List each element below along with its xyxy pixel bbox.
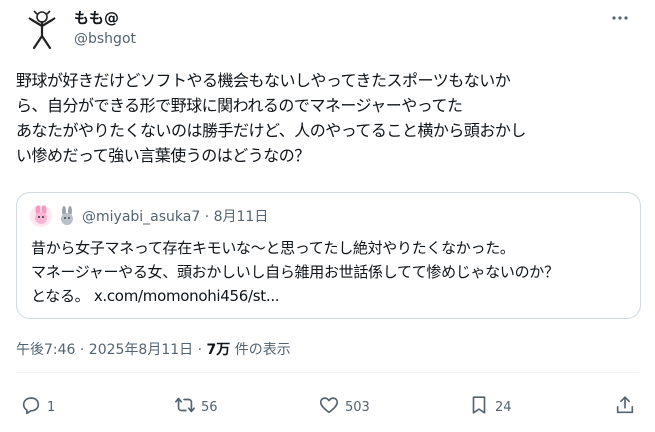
action-bar: 1 56 503 24	[20, 394, 640, 420]
quoted-post-header: @miyabi_asuka7 · 8月11日	[30, 205, 268, 227]
quoted-text-line: 昔から女子マネって存在キモいな～と思ってたし絶対やりたくなかった。	[31, 239, 515, 257]
author-avatar[interactable]	[20, 8, 64, 52]
view-count-label: 件の表示	[230, 342, 291, 358]
quoted-text-line: となる。 x.com/momonohi456/st...	[31, 287, 280, 305]
reply-icon	[20, 394, 42, 420]
quoted-author-avatar	[30, 205, 52, 227]
share-button[interactable]	[614, 394, 636, 420]
post-meta: 午後7:46 · 2025年8月11日 · 7万 件の表示	[16, 339, 291, 359]
post-timestamp[interactable]: 午後7:46 · 2025年8月11日 ·	[16, 342, 207, 358]
quoted-post-text: 昔から女子マネって存在キモいな～と思ってたし絶対やりたくなかった。 マネージャー…	[31, 236, 631, 308]
post-header: もも@ @bshgot	[16, 6, 639, 54]
post-text-line: い惨めだって強い言葉使うのはどうなの？	[16, 146, 310, 165]
author-display-name[interactable]: もも@	[74, 8, 136, 28]
like-button[interactable]: 503	[318, 394, 370, 420]
post-text-line: あなたがやりたくないのは勝手だけど、人のやってること横から頭おかし	[16, 121, 526, 140]
like-count: 503	[345, 399, 370, 415]
quoted-text-line: マネージャーやる女、頭おかしいし自ら雑用お世話係してて惨めじゃないのか？	[31, 263, 559, 281]
bookmark-button[interactable]: 24	[468, 394, 512, 420]
author-handle[interactable]: @bshgot	[74, 29, 136, 49]
more-horizontal-icon[interactable]	[609, 8, 631, 28]
reply-button[interactable]: 1	[20, 394, 55, 420]
share-icon	[614, 394, 636, 420]
quoted-author-handle-date[interactable]: @miyabi_asuka7 · 8月11日	[82, 206, 268, 226]
post-text-line: 野球が好きだけどソフトやる機会もないしやってきたスポーツもないか	[16, 71, 511, 90]
post-text: 野球が好きだけどソフトやる機会もないしやってきたスポーツもないか ら、自分ができ…	[16, 68, 646, 168]
view-count: 7万	[206, 342, 231, 358]
bookmark-count: 24	[495, 399, 512, 415]
reply-count: 1	[47, 399, 56, 415]
bookmark-icon	[468, 394, 490, 420]
bunny-icon	[58, 206, 76, 226]
post-text-line: ら、自分ができる形で野球に関われるのでマネージャーやってた	[16, 96, 463, 115]
divider	[16, 372, 639, 373]
retweet-icon	[174, 394, 196, 420]
retweet-count: 56	[201, 399, 218, 415]
retweet-button[interactable]: 56	[174, 394, 218, 420]
heart-icon	[318, 394, 340, 420]
quoted-post[interactable]: @miyabi_asuka7 · 8月11日 昔から女子マネって存在キモいな～と…	[16, 192, 641, 319]
